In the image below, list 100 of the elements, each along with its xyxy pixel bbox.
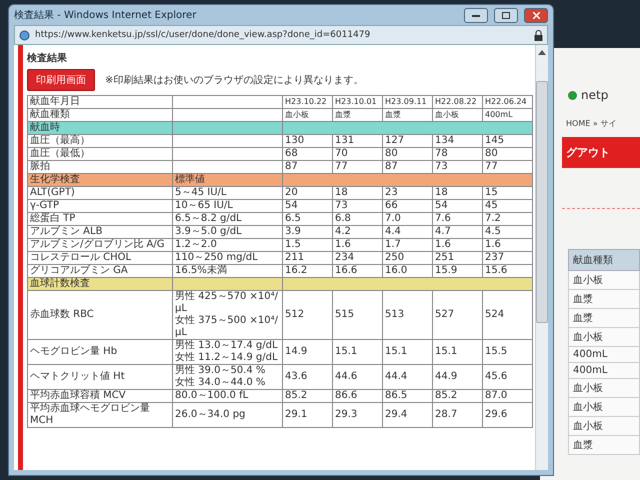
standard-range: 6.5～8.2 g/dL [175,213,243,225]
table-cell: 54 [282,200,332,212]
table-cell: 29.4 [382,402,432,428]
scrollbar[interactable] [535,45,548,470]
table-cell: 237 [482,252,532,264]
table-cell: 211 [282,252,332,264]
table-cell: 131 [332,134,382,148]
row-label: 平均赤血球容積 MCV [28,390,172,402]
standard-range: 女性 34.0～44.0 % [175,377,266,389]
standard-range: 26.0～34.0 pg [175,409,246,421]
row-label: 血圧（最高） [28,134,172,148]
table-cell: 234 [332,252,382,264]
table-cell: 527 [432,290,482,340]
table-cell: 23 [382,186,432,200]
table-cell: 4.5 [482,226,532,238]
standard-range: 女性 11.2～14.9 g/dL [175,352,279,364]
standard-range: 16.5%未満 [175,265,228,277]
table-cell: 43.6 [282,364,332,390]
table-cell: 86.5 [382,390,432,402]
logout-button[interactable]: グアウト [562,137,640,168]
window-title: 検査結果 - Windows Internet Explorer [14,8,198,22]
table-cell: 7.2 [482,212,532,226]
table-cell: 251 [432,252,482,264]
table-cell: 血漿 [568,436,640,455]
row-label: 献血年月日 [28,96,172,108]
standard-range: 80.0～100.0 fL [175,390,250,402]
table-cell: 512 [282,290,332,340]
table-cell: 66 [382,200,432,212]
table-cell: 15.1 [432,340,482,364]
minimize-icon [472,14,480,16]
table-cell: 145 [482,134,532,148]
table-cell: 29.6 [482,402,532,428]
row-label: 総蛋白 TP [28,212,172,226]
standard-range: 110～250 mg/dL [175,252,259,264]
column-header: 標準値 [172,174,282,186]
table-cell: H22.08.22 [432,96,482,108]
table-cell: 80 [382,148,432,160]
table-cell: 6.8 [332,212,382,226]
table-cell: 54 [432,200,482,212]
table-cell: 1.5 [282,238,332,252]
table-cell: 7.0 [382,212,432,226]
column-header: 献血種類 [568,249,640,271]
table-cell: 45 [482,200,532,212]
row-label: ALT(GPT) [28,186,172,200]
row-label: ヘマトクリット値 Ht [28,364,172,390]
table-cell: 4.7 [432,226,482,238]
status-dot-icon [568,90,577,100]
table-cell: 18 [332,186,382,200]
table-cell: 15.5 [482,340,532,364]
row-label: アルブミン/グロブリン比 A/G [28,238,172,252]
table-cell: 400mL [568,347,640,363]
standard-range: 男性 39.0～50.4 % [175,365,266,376]
globe-icon [19,30,30,40]
url-text: https://www.kenketsu.jp/ssl/c/user/done/done_view.asp?done_id=6011479 [35,30,372,40]
table-cell: 85.2 [432,390,482,402]
standard-range: 3.9～5.0 g/dL [175,226,243,238]
table-cell: 70 [332,148,382,160]
minimize-button[interactable] [464,8,488,22]
table-cell: 44.9 [432,364,482,390]
table-cell: 44.4 [382,364,432,390]
row-label: γ-GTP [28,200,172,212]
standard-range: 女性 375～500 ×10⁴/μL [175,315,280,339]
table-cell: 127 [382,134,432,148]
table-cell: 7.6 [432,212,482,226]
print-note: ※印刷結果はお使いのブラウザの設定により異なります。 [105,74,364,87]
table-cell: 血小板 [568,328,640,347]
table-cell: 85.2 [282,390,332,402]
maximize-button[interactable] [494,8,518,22]
table-cell: 14.9 [282,340,332,364]
table-cell: 134 [432,134,482,148]
table-cell: 15 [482,186,532,200]
table-cell: 250 [382,252,432,264]
print-button[interactable]: 印刷用画面 [27,69,95,91]
table-cell: 68 [282,148,332,160]
section-header: 献血時 [28,122,172,134]
table-cell: 130 [282,134,332,148]
table-cell: 87.0 [482,390,532,402]
table-cell: 3.9 [282,226,332,238]
row-label: 赤血球数 RBC [28,290,172,340]
table-cell: H23.10.01 [332,96,382,108]
row-label: アルブミン ALB [28,226,172,238]
table-cell: 513 [382,290,432,340]
row-label: 血圧（最低） [28,148,172,160]
table-cell: 15.1 [382,340,432,364]
table-cell: 86.6 [332,390,382,402]
table-cell: 20 [282,186,332,200]
close-button[interactable] [524,8,548,22]
table-cell: 1.6 [432,238,482,252]
table-cell: 18 [432,186,482,200]
table-cell: 血小板 [568,417,640,436]
site-logo: netp [581,88,608,102]
row-label: 平均赤血球ヘモグロビン量 MCH [28,402,172,428]
table-cell: 血小板 [568,398,640,417]
section-header: 血球計数検査 [28,278,172,290]
breadcrumb[interactable]: HOME » サイ [566,118,640,129]
table-cell: H23.10.22 [282,96,332,108]
table-cell: 45.6 [482,364,532,390]
page-heading: 検査結果 [27,52,68,65]
table-cell: 血小板 [568,379,640,398]
table-cell: 44.6 [332,364,382,390]
